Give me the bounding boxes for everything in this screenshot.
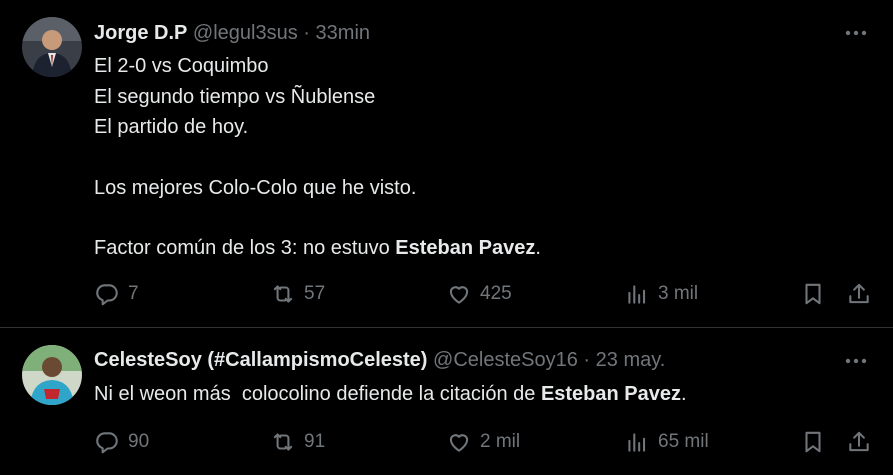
text-span: . (535, 237, 541, 259)
text-span: Factor común de los 3: no estuvo (94, 237, 396, 259)
retweet-count: 57 (304, 283, 326, 304)
more-icon[interactable] (843, 23, 869, 43)
tweet-header: Jorge D.P @legul3sus · 33min (94, 22, 370, 45)
retweet-count: 91 (304, 431, 326, 452)
tweet[interactable]: CelesteSoy (#CallampismoCeleste) @Celest… (0, 328, 893, 475)
bookmark-button[interactable] (800, 280, 826, 308)
bold-mention: Esteban Pavez (540, 383, 682, 405)
retweet-button[interactable]: 91 (270, 428, 325, 456)
share-icon (849, 283, 869, 304)
text-line: Los mejores Colo-Colo que he visto. (94, 176, 417, 199)
views-button[interactable]: 3 mil (624, 280, 698, 308)
avatar[interactable] (22, 17, 82, 77)
text-line: El 2-0 vs Coquimbo (94, 55, 269, 77)
tweet[interactable]: Jorge D.P @legul3sus · 33min El 2-0 vs C… (0, 0, 893, 328)
reply-button[interactable]: 7 (94, 280, 139, 308)
views-count: 3 mil (658, 283, 699, 304)
more-icon[interactable] (843, 351, 869, 371)
display-name[interactable]: Jorge D.P (94, 22, 187, 44)
tweet-text: El 2-0 vs Coquimbo El segundo tiempo vs … (94, 51, 541, 264)
share-icon (849, 431, 869, 452)
separator: · (583, 349, 591, 371)
views-icon (628, 433, 646, 452)
reply-icon (96, 284, 118, 306)
like-icon (449, 434, 469, 452)
text-line: El segundo tiempo vs Ñublense (94, 85, 376, 108)
timestamp[interactable]: 23 may. (596, 349, 666, 371)
handle[interactable]: @legul3sus (193, 22, 298, 44)
text-span: . (681, 383, 687, 405)
like-count: 425 (480, 283, 512, 304)
tweet-header: CelesteSoy (#CallampismoCeleste) @Celest… (94, 349, 665, 372)
action-bar: 90 91 2 mil 65 mil (94, 428, 874, 456)
retweet-icon (273, 433, 293, 451)
retweet-icon (273, 285, 293, 303)
views-button[interactable]: 65 mil (624, 428, 709, 456)
separator: · (303, 22, 310, 44)
share-button[interactable] (846, 428, 872, 456)
retweet-button[interactable]: 57 (270, 280, 325, 308)
text-line: Factor común de los 3: no estuvo Esteban… (94, 233, 541, 264)
views-count: 65 mil (658, 431, 709, 452)
handle[interactable]: @CelesteSoy16 (433, 349, 578, 371)
share-button[interactable] (846, 280, 872, 308)
reply-count: 90 (128, 431, 150, 452)
action-bar: 7 57 425 3 mil (94, 280, 874, 308)
like-icon (449, 286, 469, 304)
bold-mention: Esteban Pavez (395, 237, 536, 259)
text-line: El partido de hoy. (94, 116, 249, 138)
reply-count: 7 (128, 283, 139, 304)
like-count: 2 mil (480, 431, 521, 452)
like-button[interactable]: 2 mil (446, 428, 520, 456)
timestamp[interactable]: 33min (316, 22, 370, 44)
bookmark-button[interactable] (800, 428, 826, 456)
like-button[interactable]: 425 (446, 280, 512, 308)
tweet-text: Ni el weon más colocolino defiende la ci… (94, 379, 687, 410)
text-line: Ni el weon más colocolino defiende la ci… (94, 379, 687, 410)
bookmark-icon (805, 283, 821, 305)
text-span: Ni el weon más colocolino defiende la ci… (94, 383, 541, 405)
display-name[interactable]: CelesteSoy (#CallampismoCeleste) (94, 349, 427, 371)
reply-icon (96, 432, 118, 454)
views-icon (628, 285, 646, 304)
avatar[interactable] (22, 345, 82, 405)
reply-button[interactable]: 90 (94, 428, 149, 456)
bookmark-icon (805, 431, 821, 453)
